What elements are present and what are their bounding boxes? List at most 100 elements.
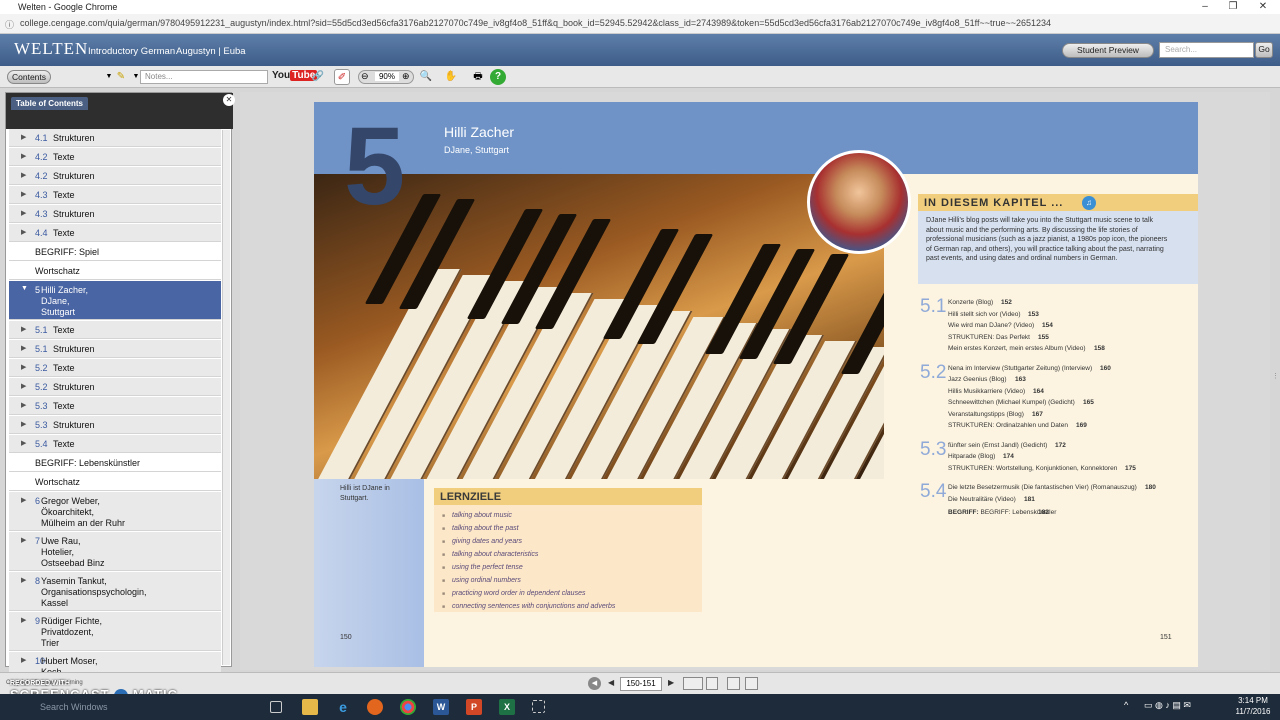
toc-item[interactable]: ▶ 5.3 Texte bbox=[9, 397, 221, 415]
print-icon[interactable]: 🖶 bbox=[470, 69, 486, 85]
toc-item[interactable]: Wortschatz bbox=[9, 473, 221, 491]
show-hidden-icons-icon[interactable]: ^ bbox=[1124, 700, 1128, 710]
close-toc-icon[interactable]: ✕ bbox=[223, 94, 235, 106]
clock-date[interactable]: 11/7/2016 bbox=[1234, 707, 1272, 716]
contents-line[interactable]: Hilli stellt sich vor (Video) bbox=[948, 311, 1020, 318]
prev-page-icon[interactable]: ◀ bbox=[608, 678, 614, 687]
address-bar[interactable]: ⓘ college.cengage.com/quia/german/978049… bbox=[0, 14, 1280, 34]
expand-arrow-icon[interactable]: ▶ bbox=[21, 363, 26, 371]
expand-arrow-icon[interactable]: ▶ bbox=[21, 576, 26, 584]
task-view-icon[interactable] bbox=[270, 701, 282, 713]
nav-introductory-german[interactable]: Introductory German bbox=[88, 46, 175, 57]
toc-item[interactable]: ▶ 8 Yasemin Tankut, Organisationspsycholog… bbox=[9, 572, 221, 611]
expand-arrow-icon[interactable]: ▶ bbox=[21, 344, 26, 352]
contents-line[interactable]: STRUKTUREN: Wortstellung, Konjunktionen,… bbox=[948, 465, 1117, 472]
expand-arrow-icon[interactable]: ▶ bbox=[21, 325, 26, 333]
toc-item[interactable]: ▶ 4.2 Strukturen bbox=[9, 167, 221, 185]
expand-arrow-icon[interactable]: ▶ bbox=[21, 152, 26, 160]
pen-icon[interactable]: ✐ bbox=[334, 69, 350, 85]
toc-item[interactable]: ▶ 4.3 Texte bbox=[9, 186, 221, 204]
hand-pan-icon[interactable]: ✋ bbox=[443, 69, 459, 85]
zoom-in-icon[interactable]: ⊕ bbox=[402, 71, 410, 82]
audio-icon[interactable]: ♫ bbox=[1082, 196, 1096, 210]
url-text[interactable]: college.cengage.com/quia/german/97804959… bbox=[20, 18, 1260, 28]
toc-item[interactable]: ▶ 4.2 Texte bbox=[9, 148, 221, 166]
expand-arrow-icon[interactable]: ▶ bbox=[21, 496, 26, 504]
file-explorer-icon[interactable] bbox=[302, 699, 318, 715]
contents-line[interactable]: Wie wird man DJane? (Video) bbox=[948, 322, 1034, 329]
toc-item[interactable]: ▶ 4.4 Texte bbox=[9, 224, 221, 242]
zoom-level[interactable]: 90% bbox=[375, 72, 399, 81]
contents-line[interactable]: Schneewittchen (Michael Kumpel) (Gedicht… bbox=[948, 399, 1075, 406]
tray-icons[interactable]: ▭ ◍ ♪ ▤ ✉ bbox=[1144, 700, 1191, 711]
page-range-input[interactable]: 150-151 bbox=[620, 677, 662, 691]
contents-line[interactable]: Nena im Interview (Stuttgarter Zeitung) … bbox=[948, 365, 1092, 372]
toc-item[interactable]: ▶ 5.1 Strukturen bbox=[9, 340, 221, 358]
collapse-arrow-icon[interactable]: ▼ bbox=[21, 285, 28, 292]
magnify-icon[interactable]: 🔍 bbox=[418, 69, 434, 85]
go-button[interactable]: Go bbox=[1255, 42, 1273, 58]
expand-arrow-icon[interactable]: ▶ bbox=[21, 616, 26, 624]
contents-line[interactable]: Jazz Geenius (Blog) bbox=[948, 376, 1007, 383]
toc-item[interactable]: ▶ 5.2 Texte bbox=[9, 359, 221, 377]
next-page-icon[interactable]: ▶ bbox=[668, 678, 674, 687]
word-icon[interactable]: W bbox=[433, 699, 449, 715]
toc-item[interactable]: ▶ 6 Gregor Weber, Ökoarchitekt, Mülheim an… bbox=[9, 492, 221, 531]
notes-input[interactable]: Notes... bbox=[140, 70, 268, 84]
edge-icon[interactable]: e bbox=[335, 699, 351, 715]
minimize-icon[interactable]: – bbox=[1194, 1, 1216, 12]
restore-icon[interactable]: ❐ bbox=[1222, 1, 1244, 12]
toc-item[interactable]: BEGRIFF: Lebenskünstler bbox=[9, 454, 221, 472]
link-icon[interactable]: 🔗 bbox=[310, 69, 326, 85]
contents-line[interactable]: Hillis Musikkarriere (Video) bbox=[948, 388, 1025, 395]
contents-line[interactable]: Die Neutralitäre (Video) bbox=[948, 496, 1016, 503]
toc-item[interactable]: ▶ 4.1 Strukturen bbox=[9, 129, 221, 147]
excel-icon[interactable]: X bbox=[499, 699, 515, 715]
page-resize-handle[interactable]: ⋮ bbox=[1272, 372, 1279, 380]
toc-item[interactable]: ▶ 5.4 Texte bbox=[9, 435, 221, 453]
toc-item[interactable]: ▶ 4.3 Strukturen bbox=[9, 205, 221, 223]
expand-arrow-icon[interactable]: ▶ bbox=[21, 133, 26, 141]
expand-arrow-icon[interactable]: ▶ bbox=[21, 382, 26, 390]
chrome-icon[interactable] bbox=[400, 699, 416, 715]
expand-arrow-icon[interactable]: ▶ bbox=[21, 536, 26, 544]
toc-item[interactable]: ▼ 5 Hilli Zacher, DJane, Stuttgart bbox=[9, 281, 221, 320]
toc-item[interactable]: ▶ 7 Uwe Rau, Hotelier, Ostseebad Binz bbox=[9, 532, 221, 571]
toc-item[interactable]: Wortschatz bbox=[9, 262, 221, 280]
contents-line[interactable]: Konzerte (Blog) bbox=[948, 299, 993, 306]
toc-item[interactable]: ▶ 9 Rüdiger Fichte, Privatdozent, Trier bbox=[9, 612, 221, 651]
firefox-icon[interactable] bbox=[367, 699, 383, 715]
expand-arrow-icon[interactable]: ▶ bbox=[21, 439, 26, 447]
expand-arrow-icon[interactable]: ▶ bbox=[21, 656, 26, 664]
expand-arrow-icon[interactable]: ▶ bbox=[21, 228, 26, 236]
page-info-icon[interactable]: ⓘ bbox=[5, 18, 14, 31]
contents-line[interactable]: STRUKTUREN: Ordinalzahlen und Daten bbox=[948, 422, 1068, 429]
fit-width-icon[interactable] bbox=[727, 677, 740, 690]
search-input[interactable]: Search... bbox=[1159, 42, 1254, 58]
student-preview-button[interactable]: Student Preview bbox=[1062, 43, 1154, 58]
toc-item[interactable]: ▶ 5.3 Strukturen bbox=[9, 416, 221, 434]
back-icon[interactable]: ◀ bbox=[588, 677, 601, 690]
fullscreen-icon[interactable] bbox=[745, 677, 758, 690]
two-page-view-icon[interactable] bbox=[683, 677, 703, 690]
toc-scrollbar[interactable] bbox=[222, 130, 230, 665]
expand-arrow-icon[interactable]: ▶ bbox=[21, 171, 26, 179]
contents-line[interactable]: Veranstaltungstipps (Blog) bbox=[948, 411, 1024, 418]
toc-item[interactable]: BEGRIFF: Spiel bbox=[9, 243, 221, 261]
contents-line[interactable]: STRUKTUREN: Das Perfekt bbox=[948, 334, 1030, 341]
contents-line[interactable]: Hitparade (Blog) bbox=[948, 453, 995, 460]
toc-item[interactable]: ▶ 5.2 Strukturen bbox=[9, 378, 221, 396]
expand-arrow-icon[interactable]: ▶ bbox=[21, 190, 26, 198]
contents-line[interactable]: fünfter sein (Ernst Jandl) (Gedicht) bbox=[948, 442, 1047, 449]
clock-time[interactable]: 3:14 PM bbox=[1234, 696, 1272, 705]
contents-line[interactable]: Die letzte Besetzermusik (Die fantastisc… bbox=[948, 484, 1137, 491]
zoom-out-icon[interactable]: ⊖ bbox=[361, 71, 369, 82]
snipping-tool-icon[interactable] bbox=[532, 700, 545, 713]
help-icon[interactable]: ? bbox=[490, 69, 506, 85]
taskbar-search[interactable]: Search Windows bbox=[40, 702, 108, 712]
expand-arrow-icon[interactable]: ▶ bbox=[21, 209, 26, 217]
expand-arrow-icon[interactable]: ▶ bbox=[21, 401, 26, 409]
toc-item[interactable]: ▶ 5.1 Texte bbox=[9, 321, 221, 339]
nav-authors[interactable]: Augustyn | Euba bbox=[176, 46, 246, 57]
expand-arrow-icon[interactable]: ▶ bbox=[21, 420, 26, 428]
